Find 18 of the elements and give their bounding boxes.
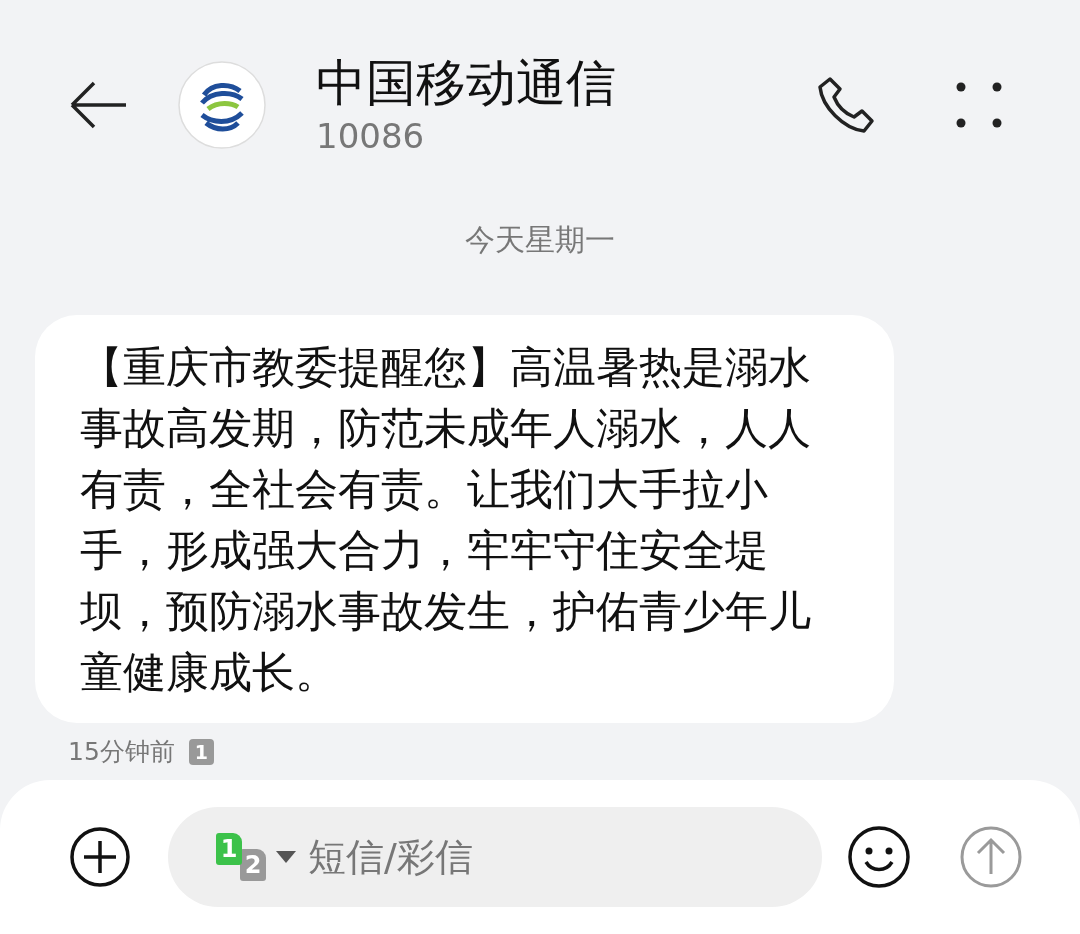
date-label: 今天星期一 bbox=[465, 221, 615, 259]
emoji-icon[interactable] bbox=[848, 826, 910, 888]
phone-number: 10086 bbox=[316, 115, 426, 158]
sim-badge[interactable]: 1 bbox=[216, 833, 242, 865]
message-input-field[interactable]: 2 1 短信/彩信 bbox=[168, 807, 822, 907]
message-input: 短信/彩信 bbox=[306, 834, 750, 880]
logo-avatar-icon bbox=[178, 61, 266, 149]
sim-badge: 1 bbox=[188, 738, 215, 765]
message-text: 【重庆市教委提醒您】高温暑热是溺水事故高发期，防范未成年人溺水，人人有责，全社会有责。让我们大手拉小手，形成强大合力，牢牢守住安全堤坝，预防溺水事故发生，护佑青少年儿童健康成长。 bbox=[80, 341, 812, 699]
back-icon[interactable] bbox=[70, 81, 128, 129]
menu-icon[interactable] bbox=[956, 82, 1002, 128]
contact-name: 中国移动通信 bbox=[316, 53, 617, 114]
sim-badge[interactable]: 2 bbox=[240, 849, 266, 881]
phone-icon[interactable] bbox=[816, 75, 876, 135]
message-time: 15分钟前 bbox=[68, 736, 175, 768]
dropdown-caret-icon[interactable] bbox=[276, 851, 296, 863]
send-icon[interactable] bbox=[960, 826, 1022, 888]
add-icon[interactable] bbox=[70, 827, 130, 887]
